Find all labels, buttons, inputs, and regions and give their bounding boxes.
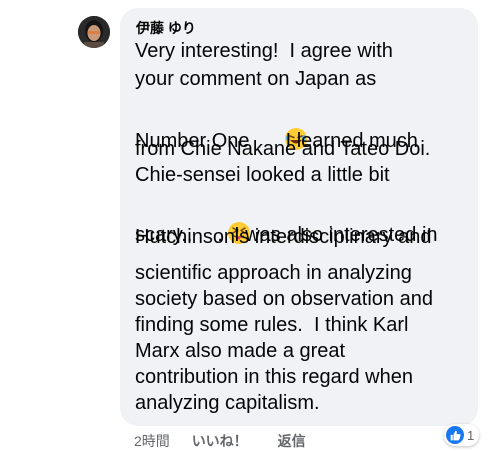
avatar[interactable] [78, 16, 110, 48]
avatar-photo [78, 16, 110, 48]
comment-line: Chie-sensei looked a little bit [135, 164, 390, 186]
comment-author[interactable]: 伊藤 ゆり [136, 18, 196, 38]
comment-line: finding some rules. I think Karl [135, 314, 409, 336]
comment-line: contribution in this regard when [135, 366, 413, 388]
comment-line: society based on observation and [135, 288, 433, 310]
rolling-on-floor-laughing-emoji [251, 104, 307, 150]
comment-line: Very interesting! I agree with [135, 40, 393, 62]
comment-line: from Chie Nakane and Tateo Doi. [135, 138, 431, 160]
reaction-summary[interactable]: 1 [444, 424, 480, 446]
comment-line: scientific approach in analyzing [135, 262, 412, 284]
reaction-count: 1 [467, 427, 475, 443]
comment-line: your comment on Japan as [135, 68, 377, 90]
like-button[interactable]: いいね！ [192, 431, 248, 451]
squinting-face-with-tongue-emoji [193, 198, 250, 244]
comment-line: Hutchinson’s interdisciplinary and [135, 226, 432, 248]
comment-line: analyzing capitalism. [135, 392, 320, 414]
reply-button[interactable]: 返信 [278, 431, 306, 451]
comment-actions: 2時間 いいね！ 返信 [134, 431, 306, 451]
comment-line: Marx also made a great [135, 340, 346, 362]
timestamp[interactable]: 2時間 [134, 431, 170, 451]
like-icon [446, 426, 464, 444]
